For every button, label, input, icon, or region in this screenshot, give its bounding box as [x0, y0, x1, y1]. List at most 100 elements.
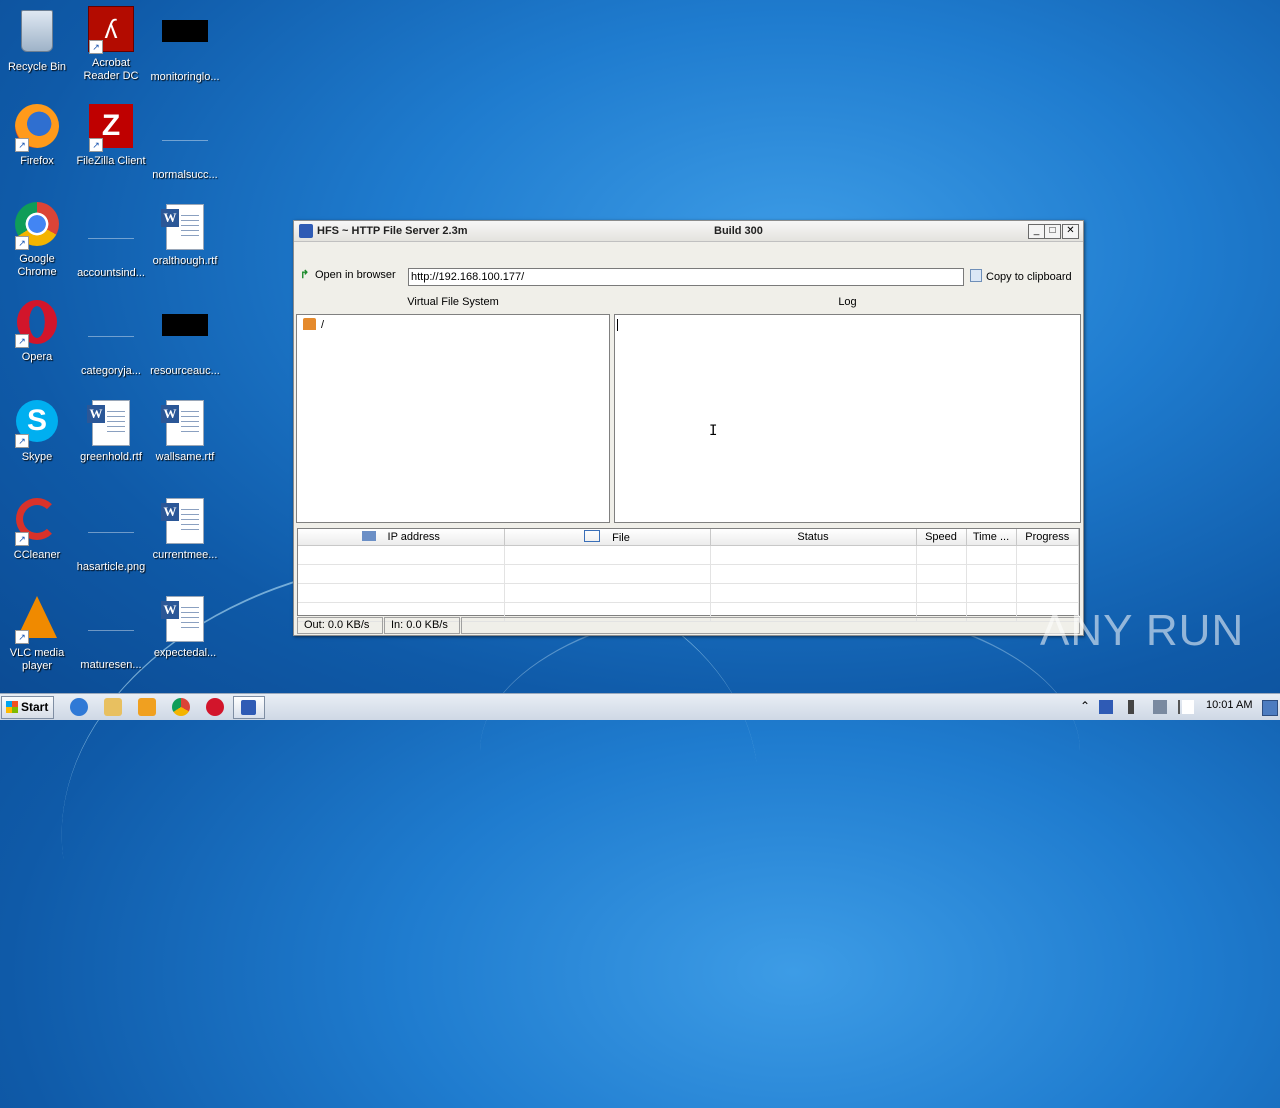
skype-icon: S ↗ — [13, 400, 61, 448]
hfs-taskbar-icon — [241, 700, 256, 715]
desktop-icon-label: VLC media player — [9, 647, 65, 672]
desktop-icon[interactable]: Wexpectedal... — [148, 594, 222, 660]
desktop-icon[interactable]: accountsind... — [74, 202, 148, 280]
desktop-icon[interactable]: Wcurrentmee... — [148, 496, 222, 562]
ip-address-column-icon — [361, 531, 376, 541]
volume-icon[interactable] — [1128, 700, 1140, 714]
column-file[interactable]: File — [504, 529, 711, 546]
desktop-icon-label: Acrobat Reader DC — [83, 57, 139, 82]
blank-file-icon — [87, 216, 135, 264]
desktop-icon[interactable]: Z ↗ FileZilla Client — [74, 104, 148, 168]
word-doc-icon: W — [161, 498, 209, 546]
column-ip-address[interactable]: IP address — [298, 529, 505, 546]
close-button[interactable]: ✕ — [1062, 224, 1079, 239]
open-in-browser-button[interactable]: ↱ Open in browser — [300, 268, 396, 286]
hfs-taskbar-button[interactable] — [233, 696, 265, 719]
show-desktop-icon[interactable] — [1262, 700, 1278, 716]
hfs-app-icon — [299, 224, 313, 238]
log-area[interactable]: I — [614, 314, 1081, 523]
desktop-icon[interactable]: ↗ Firefox — [0, 104, 74, 168]
word-doc-icon: W — [161, 400, 209, 448]
desktop-icon[interactable]: S ↗ Skype — [0, 398, 74, 464]
desktop-icon[interactable]: maturesen... — [74, 594, 148, 672]
media-player-icon[interactable] — [138, 698, 156, 716]
file-column-icon — [584, 530, 601, 542]
mouse-ibeam-cursor: I — [709, 423, 718, 439]
minimize-button[interactable]: _ — [1028, 224, 1045, 239]
desktop-icon[interactable]: ʎ ↗ Acrobat Reader DC — [74, 6, 148, 83]
desktop-icon[interactable]: resourceauc... — [148, 300, 222, 378]
watermark: ANY RUN — [1040, 606, 1245, 655]
vfs-tree[interactable]: / — [296, 314, 610, 523]
blank-file-icon — [87, 510, 135, 558]
clipboard-icon — [970, 269, 982, 282]
hfs-tray-icon[interactable] — [1099, 700, 1113, 714]
desktop-icon[interactable]: ↗ Google Chrome — [0, 202, 74, 279]
blank-file-icon — [87, 608, 135, 656]
recycle-bin-icon — [13, 10, 61, 58]
desktop-icon[interactable]: Wwallsame.rtf — [148, 398, 222, 464]
shortcut-arrow-icon: ↗ — [15, 138, 29, 152]
desktop-icon[interactable]: ↗ CCleaner — [0, 496, 74, 562]
column-progress[interactable]: Progress — [1016, 529, 1079, 546]
opera-taskbar-icon[interactable] — [206, 698, 224, 716]
desktop-icon[interactable]: Wgreenhold.rtf — [74, 398, 148, 464]
shortcut-arrow-icon: ↗ — [89, 138, 103, 152]
vfs-header: Virtual File System — [296, 291, 610, 313]
chrome-icon: ↗ — [13, 202, 61, 250]
column-status[interactable]: Status — [710, 529, 917, 546]
url-field[interactable]: http://192.168.100.177/ — [408, 268, 964, 286]
desktop-icon[interactable]: categoryja... — [74, 300, 148, 378]
desktop-icon-label: monitoringlo... — [150, 71, 220, 83]
blank-file-icon — [161, 118, 209, 166]
desktop-icon-label: wallsame.rtf — [155, 451, 215, 463]
network-icon[interactable] — [1153, 700, 1167, 714]
hfs-window: HFS ~ HTTP File Server 2.3m Build 300 _ … — [293, 220, 1084, 636]
internet-explorer-icon[interactable] — [70, 698, 88, 716]
copy-to-clipboard-button[interactable]: Copy to clipboard — [970, 269, 1072, 283]
table-row — [298, 545, 1079, 565]
desktop-icon-label: greenhold.rtf — [80, 451, 142, 463]
action-center-flag-icon[interactable] — [1178, 700, 1194, 714]
shortcut-arrow-icon: ↗ — [89, 40, 103, 54]
desktop-icon-label: Firefox — [20, 155, 54, 167]
maximize-button[interactable]: □ — [1044, 224, 1061, 239]
log-pane: Log I — [614, 291, 1081, 523]
taskbar: Start ⌃ 10:01 AM — [0, 693, 1280, 720]
desktop-icon-label: normalsucc... — [152, 169, 218, 181]
log-header: Log — [614, 291, 1081, 313]
desktop-icon-label: Skype — [21, 451, 53, 463]
desktop-icon[interactable]: monitoringlo... — [148, 6, 222, 84]
desktop-icon[interactable]: hasarticle.png — [74, 496, 148, 574]
connections-list[interactable]: IP address File Status Speed Time ... Pr… — [297, 528, 1080, 622]
column-time[interactable]: Time ... — [966, 529, 1017, 546]
vfs-root-item[interactable]: / — [303, 318, 324, 331]
desktop-icon-label: Recycle Bin — [7, 61, 67, 73]
column-speed[interactable]: Speed — [916, 529, 967, 546]
show-hidden-icons-chevron-icon[interactable]: ⌃ — [1080, 699, 1090, 713]
word-doc-icon: W — [161, 596, 209, 644]
windows-flag-icon — [6, 701, 18, 713]
status-out: Out: 0.0 KB/s — [297, 617, 383, 634]
chrome-taskbar-icon[interactable] — [172, 698, 190, 716]
vlc-icon: ↗ — [13, 596, 61, 644]
desktop-icon-label: currentmee... — [152, 549, 218, 561]
blank-file-icon — [87, 314, 135, 362]
shortcut-arrow-icon: ↗ — [15, 434, 29, 448]
desktop-icon[interactable]: Recycle Bin — [0, 6, 74, 74]
shortcut-arrow-icon: ↗ — [15, 236, 29, 250]
desktop-icon[interactable]: ↗ VLC media player — [0, 594, 74, 673]
start-button[interactable]: Start — [1, 696, 54, 719]
title-bar[interactable]: HFS ~ HTTP File Server 2.3m Build 300 _ … — [294, 221, 1083, 242]
shortcut-arrow-icon: ↗ — [15, 532, 29, 546]
desktop-icon[interactable]: ↗ Opera — [0, 300, 74, 364]
open-in-browser-label: Open in browser — [315, 269, 396, 281]
desktop-icon[interactable]: normalsucc... — [148, 104, 222, 182]
build-label: Build 300 — [714, 225, 763, 237]
file-explorer-icon[interactable] — [104, 698, 122, 716]
desktop-icon-label: maturesen... — [80, 659, 142, 671]
clock[interactable]: 10:01 AM — [1206, 699, 1252, 711]
desktop-icon[interactable]: Woralthough.rtf — [148, 202, 222, 268]
status-empty — [461, 617, 1080, 634]
black-file-icon — [161, 20, 209, 68]
